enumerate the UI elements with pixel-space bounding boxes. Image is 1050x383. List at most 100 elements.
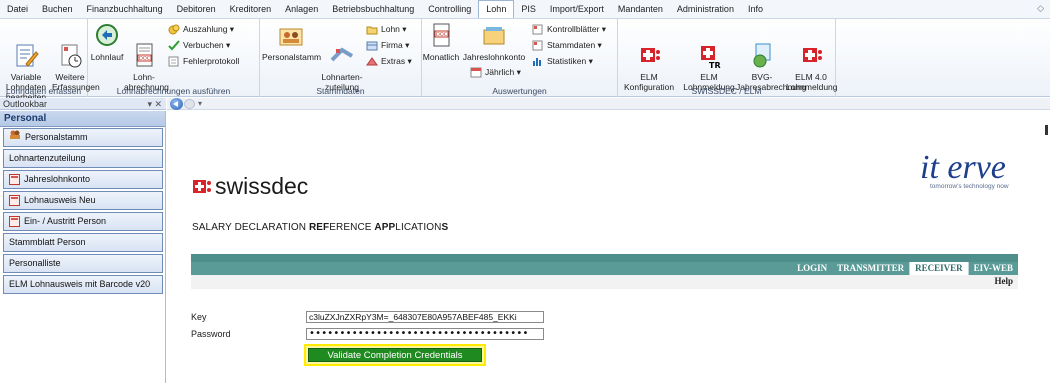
swissdec-logo-icon xyxy=(635,32,663,62)
iterve-wordmark: it erve xyxy=(920,149,1006,186)
ribbon-minimize-icon[interactable]: ◇ xyxy=(1037,3,1044,14)
calendar-icon xyxy=(470,67,482,78)
ribbon: Variable Lohndaten bearbeiten Weitere Er… xyxy=(0,19,1050,102)
lohnartenzuteilung-button[interactable]: Lohnarten- zuteilung xyxy=(320,22,364,92)
clock-run-icon xyxy=(93,22,121,50)
nav-item-stammblatt-person[interactable]: Stammblatt Person xyxy=(3,233,163,252)
people-icon xyxy=(9,129,21,146)
tab-mandanten[interactable]: Mandanten xyxy=(611,1,670,18)
group-swissdec: ELM Konfiguration TR ELM Lohnmeldung BVG… xyxy=(618,19,838,97)
outlookbar-header: Outlookbar ▾ ✕ xyxy=(0,98,166,110)
weitere-erfassungen-button[interactable]: Weitere Erfassungen xyxy=(52,22,100,92)
nav-link-login[interactable]: LOGIN xyxy=(792,262,832,275)
report-icon xyxy=(9,195,20,206)
group-label-auswertungen: Auswertungen xyxy=(492,86,547,96)
error-log-icon xyxy=(168,56,180,67)
iterve-tagline: tomorrow's technology now xyxy=(930,183,1009,190)
key-label: Key xyxy=(191,312,207,322)
statistiken-button[interactable]: Statistiken ▾ xyxy=(532,56,593,67)
stammdaten-firma-button[interactable]: Firma ▾ xyxy=(366,40,409,51)
nav-link-transmitter[interactable]: TRANSMITTER xyxy=(832,262,909,275)
jahreslohnkonto-button[interactable]: Jahreslohnkonto xyxy=(460,22,528,62)
forward-arrow-icon[interactable] xyxy=(184,99,195,109)
tab-controlling[interactable]: Controlling xyxy=(421,1,478,18)
nav-link-eiv-web[interactable]: EIV-WEB xyxy=(969,262,1018,275)
nav-item-personalliste[interactable]: Personalliste xyxy=(3,254,163,273)
tab-betriebsbuchhaltung[interactable]: Betriebsbuchhaltung xyxy=(325,1,421,18)
tab-kreditoren[interactable]: Kreditoren xyxy=(223,1,279,18)
ledger-icon xyxy=(480,22,508,50)
tab-finanzbuchhaltung[interactable]: Finanzbuchhaltung xyxy=(80,1,170,18)
checkmark-icon xyxy=(168,40,180,51)
help-link[interactable]: Help xyxy=(994,276,1013,286)
outlookbar-controls[interactable]: ▾ ✕ xyxy=(147,98,162,110)
swissdec-tr-icon: TR xyxy=(695,32,723,70)
history-dropdown-icon[interactable]: ▾ xyxy=(198,99,202,108)
fehlerprotokoll-button[interactable]: Fehlerprotokoll xyxy=(168,56,239,67)
tab-info[interactable]: Info xyxy=(741,1,770,18)
jaehrlich-button[interactable]: Jährlich ▾ xyxy=(470,67,521,78)
auszahlung-button[interactable]: Auszahlung ▾ xyxy=(168,24,234,35)
nav-item-ein-austritt[interactable]: Ein- / Austritt Person xyxy=(3,212,163,231)
web-content: swissdec it erve tomorrow's technology n… xyxy=(167,111,1050,383)
tab-buchen[interactable]: Buchen xyxy=(35,1,80,18)
swissdec-40-icon xyxy=(797,32,825,62)
back-arrow-icon[interactable] xyxy=(170,98,183,110)
document-clock-icon xyxy=(56,32,84,68)
report-icon xyxy=(9,174,20,185)
validate-credentials-button[interactable]: Validate Completion Credentials xyxy=(308,348,482,362)
elm-lohnmeldung-button[interactable]: TR ELM Lohnmeldung xyxy=(680,22,738,92)
kontrollblaetter-button[interactable]: Kontrollblätter ▾ xyxy=(532,24,606,35)
group-label-swissdec: SWISSDEC / ELM xyxy=(691,86,762,96)
auswertung-stammdaten-button[interactable]: Stammdaten ▾ xyxy=(532,40,602,51)
personalstamm-button[interactable]: Personalstamm xyxy=(262,22,321,62)
swissdec-logo: swissdec xyxy=(192,173,308,200)
group-lohndaten: Variable Lohndaten bearbeiten Weitere Er… xyxy=(0,19,100,102)
header-band xyxy=(191,254,1018,262)
elm40-lohnmeldung-button[interactable]: ELM 4.0 Lohnmeldung xyxy=(786,22,838,92)
nav-separator xyxy=(909,262,911,275)
globe-doc-icon xyxy=(748,32,776,68)
tab-import-export[interactable]: Import/Export xyxy=(543,1,611,18)
outlookbar-section-personal[interactable]: Personal xyxy=(0,111,165,127)
stammdaten-extras-button[interactable]: Extras ▾ xyxy=(366,56,412,67)
nav-item-jahreslohnkonto[interactable]: Jahreslohnkonto xyxy=(3,170,163,189)
master-data-icon xyxy=(532,40,544,51)
arrow-assign-icon xyxy=(328,32,356,62)
tab-pis[interactable]: PIS xyxy=(514,1,543,18)
tab-datei[interactable]: Datei xyxy=(0,1,35,18)
lohnlauf-button[interactable]: Lohnlauf xyxy=(90,22,124,62)
iterve-logo: it erve tomorrow's technology now xyxy=(920,149,1030,191)
tab-debitoren[interactable]: Debitoren xyxy=(170,1,223,18)
tab-administration[interactable]: Administration xyxy=(670,1,741,18)
group-lohnabrechnungen: Lohnlauf DOC Lohn- abrechnung Auszahlung… xyxy=(88,19,260,97)
coins-icon xyxy=(168,24,180,35)
edit-list-icon xyxy=(12,32,40,67)
extras-icon xyxy=(366,56,378,67)
nav-item-personalstamm[interactable]: Personalstamm xyxy=(3,128,163,147)
scrollbar-thumb[interactable] xyxy=(1045,125,1048,135)
top-navigation: LOGIN TRANSMITTER RECEIVER EIV-WEB xyxy=(191,262,1018,275)
swissdec-cross-icon xyxy=(192,178,212,196)
people-card-icon xyxy=(277,22,305,50)
key-input[interactable]: c3luZXJnZXRpY3M=_648307E80A957ABEF485_EK… xyxy=(306,311,544,323)
tab-lohn[interactable]: Lohn xyxy=(478,0,515,18)
outlookbar-panel: Personal Personalstamm Lohnartenzuteilun… xyxy=(0,111,166,383)
group-stammdaten: Personalstamm Lohnarten- zuteilung Lohn … xyxy=(260,19,422,97)
menu-bar: Datei Buchen Finanzbuchhaltung Debitoren… xyxy=(0,0,1050,19)
report-icon xyxy=(9,216,20,227)
password-input[interactable]: •••••••••••••••••••••••••••••••••••• xyxy=(306,328,544,340)
nav-item-elm-lohnausweis[interactable]: ELM Lohnausweis mit Barcode v20 xyxy=(3,275,163,294)
help-row: Help xyxy=(191,275,1018,289)
tab-anlagen[interactable]: Anlagen xyxy=(278,1,325,18)
folder-icon xyxy=(366,24,378,35)
verbuchen-button[interactable]: Verbuchen ▾ xyxy=(168,40,230,51)
nav-link-receiver[interactable]: RECEIVER xyxy=(910,262,968,275)
nav-item-lohnausweis-neu[interactable]: Lohnausweis Neu xyxy=(3,191,163,210)
monatlich-button[interactable]: DOC Monatlich xyxy=(422,22,460,62)
lohnabrechnung-button[interactable]: DOC Lohn- abrechnung xyxy=(124,22,169,92)
stammdaten-lohn-button[interactable]: Lohn ▾ xyxy=(366,24,407,35)
bvg-jahresabrechnung-button[interactable]: BVG- Jahresabrechnung xyxy=(736,22,806,92)
nav-item-lohnartenzuteilung[interactable]: Lohnartenzuteilung xyxy=(3,149,163,168)
elm-konfiguration-button[interactable]: ELM Konfiguration xyxy=(618,22,680,92)
